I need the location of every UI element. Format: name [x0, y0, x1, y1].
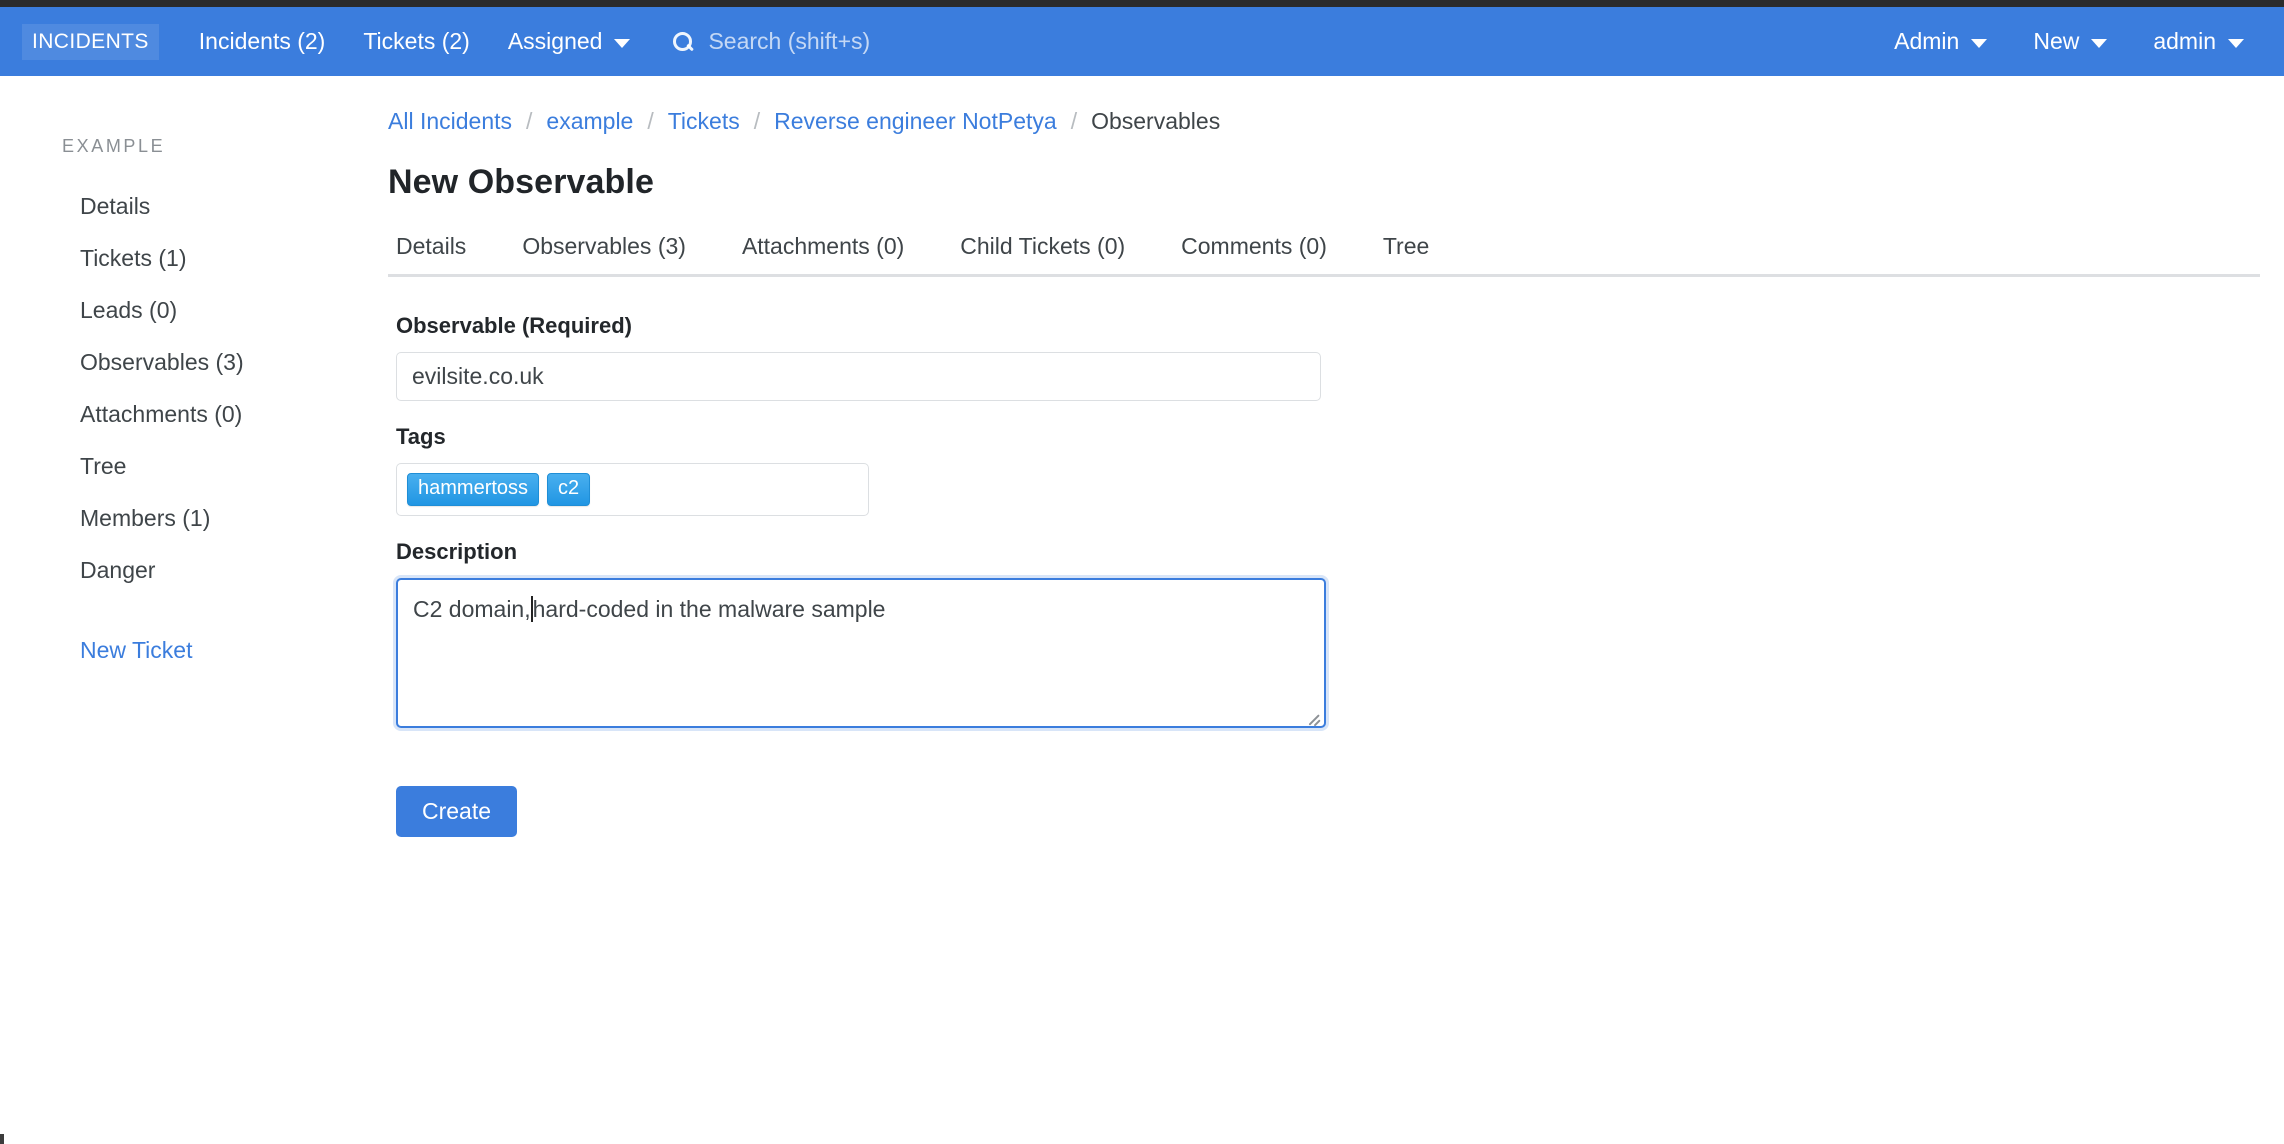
breadcrumb-item-all-incidents[interactable]: All Incidents — [388, 108, 512, 135]
window-top-strip — [0, 0, 2284, 7]
breadcrumb-item-tickets[interactable]: Tickets — [668, 108, 740, 135]
new-observable-form: Observable (Required) Tags hammertoss c2… — [388, 277, 2260, 837]
nav-menu-new[interactable]: New — [2019, 22, 2121, 61]
sidebar-divider-space — [62, 603, 388, 631]
nav-link-assigned[interactable]: Assigned — [494, 22, 645, 61]
tab-comments[interactable]: Comments (0) — [1153, 233, 1355, 260]
breadcrumb-item-ticket-name[interactable]: Reverse engineer NotPetya — [774, 108, 1057, 135]
tags-field-group: Tags hammertoss c2 — [396, 424, 2260, 516]
page-body: EXAMPLE Details Tickets (1) Leads (0) Ob… — [0, 76, 2284, 837]
nav-link-incidents-label: Incidents (2) — [198, 28, 326, 54]
sidebar-new-ticket-link[interactable]: New Ticket — [62, 631, 388, 670]
sidebar-item-tree[interactable]: Tree — [62, 447, 388, 486]
nav-link-assigned-label: Assigned — [507, 28, 603, 54]
sidebar-item-leads[interactable]: Leads (0) — [62, 291, 388, 330]
tab-tree[interactable]: Tree — [1355, 233, 1457, 260]
description-wrapper: C2 domain,hard-coded in the malware samp… — [396, 578, 1326, 728]
sidebar: EXAMPLE Details Tickets (1) Leads (0) Ob… — [0, 106, 388, 837]
search-placeholder-text: Search (shift+s) — [708, 28, 871, 54]
main-content: All Incidents / example / Tickets / Reve… — [388, 106, 2284, 837]
search-box[interactable]: Search (shift+s) — [672, 28, 870, 55]
sidebar-item-danger[interactable]: Danger — [62, 551, 388, 590]
nav-menu-user[interactable]: admin — [2139, 22, 2258, 61]
tag-chip[interactable]: c2 — [547, 473, 591, 506]
viewport-corner-mark — [0, 1134, 4, 1144]
description-text-before-caret: C2 domain, — [413, 596, 531, 622]
chevron-down-icon — [2091, 38, 2108, 48]
nav-menu-admin[interactable]: Admin — [1880, 22, 2001, 61]
tags-input[interactable]: hammertoss c2 — [396, 463, 869, 516]
breadcrumb-separator: / — [753, 108, 761, 134]
chevron-down-icon — [1971, 38, 1988, 48]
breadcrumb: All Incidents / example / Tickets / Reve… — [388, 106, 2260, 135]
nav-link-tickets[interactable]: Tickets (2) — [349, 22, 484, 61]
description-label: Description — [396, 539, 518, 564]
tags-label: Tags — [396, 424, 446, 449]
brand-incidents[interactable]: INCIDENTS — [22, 23, 159, 60]
tab-observables[interactable]: Observables (3) — [494, 233, 714, 260]
description-textarea[interactable]: C2 domain,hard-coded in the malware samp… — [396, 578, 1326, 728]
sidebar-item-details[interactable]: Details — [62, 187, 388, 226]
sidebar-item-attachments[interactable]: Attachments (0) — [62, 395, 388, 434]
nav-menu-new-label: New — [2033, 28, 2080, 54]
sidebar-item-tickets[interactable]: Tickets (1) — [62, 239, 388, 278]
sidebar-item-members[interactable]: Members (1) — [62, 499, 388, 538]
sidebar-heading: EXAMPLE — [62, 136, 166, 156]
tab-bar: Details Observables (3) Attachments (0) … — [388, 233, 2260, 277]
observable-input[interactable] — [396, 352, 1321, 401]
breadcrumb-item-example[interactable]: example — [546, 108, 633, 135]
navbar-left-group: INCIDENTS Incidents (2) Tickets (2) Assi… — [22, 22, 870, 61]
chevron-down-icon — [2228, 38, 2244, 48]
page-title: New Observable — [388, 163, 654, 201]
breadcrumb-separator: / — [1070, 108, 1078, 134]
tag-chip[interactable]: hammertoss — [407, 473, 540, 506]
description-field-group: Description C2 domain,hard-coded in the … — [396, 539, 2260, 728]
navbar-right-group: Admin New admin — [1880, 22, 2262, 61]
breadcrumb-separator: / — [526, 108, 533, 134]
tab-attachments[interactable]: Attachments (0) — [714, 233, 932, 260]
chevron-down-icon — [614, 38, 631, 48]
nav-menu-user-label: admin — [2153, 28, 2216, 54]
top-navbar: INCIDENTS Incidents (2) Tickets (2) Assi… — [0, 7, 2284, 76]
breadcrumb-separator: / — [647, 108, 654, 134]
description-text-after-caret: hard-coded in the malware sample — [532, 596, 886, 622]
sidebar-item-observables[interactable]: Observables (3) — [62, 343, 388, 382]
create-button[interactable]: Create — [396, 786, 518, 837]
nav-menu-admin-label: Admin — [1894, 28, 1960, 54]
nav-link-incidents[interactable]: Incidents (2) — [185, 22, 340, 61]
nav-link-tickets-label: Tickets (2) — [363, 28, 470, 54]
observable-label: Observable (Required) — [396, 313, 632, 338]
observable-field-group: Observable (Required) — [396, 313, 2260, 401]
search-icon — [672, 31, 694, 53]
breadcrumb-item-observables: Observables — [1091, 108, 1221, 134]
tab-child-tickets[interactable]: Child Tickets (0) — [932, 233, 1153, 260]
tab-details[interactable]: Details — [388, 233, 494, 260]
